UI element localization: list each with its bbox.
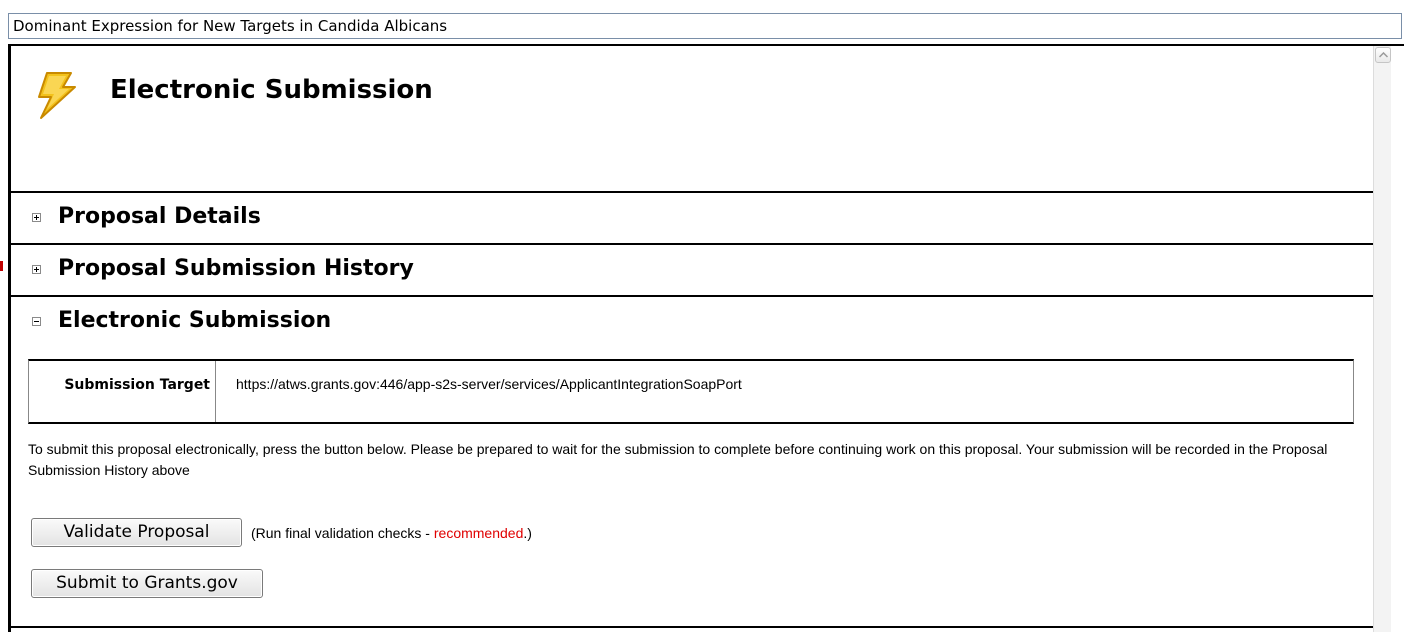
red-marker: [0, 261, 3, 271]
minus-collapse-icon[interactable]: [32, 316, 41, 326]
section-electronic-submission: Electronic Submission Submission Target …: [11, 297, 1373, 626]
submission-target-table: Submission Target https://atws.grants.go…: [28, 359, 1354, 424]
scroll-up-button[interactable]: [1375, 47, 1391, 63]
submission-target-url: https://atws.grants.gov:446/app-s2s-serv…: [236, 376, 742, 392]
section-title: Proposal Details: [58, 204, 261, 229]
section-title: Electronic Submission: [58, 308, 332, 333]
validate-note-prefix: (Run final validation checks -: [251, 525, 434, 541]
submission-instructions: To submit this proposal electronically, …: [28, 441, 1328, 478]
content-frame: Electronic Submission Proposal Details P…: [8, 44, 1404, 632]
section-proposal-details: Proposal Details: [11, 193, 1373, 245]
chevron-up-icon: [1379, 52, 1388, 58]
page-header: Electronic Submission: [11, 46, 1373, 193]
section-header-proposal-submission-history[interactable]: Proposal Submission History: [11, 245, 414, 293]
submit-to-grants-gov-button[interactable]: Submit to Grants.gov: [31, 569, 263, 598]
validate-proposal-button[interactable]: Validate Proposal: [31, 518, 242, 547]
window-title: Dominant Expression for New Targets in C…: [8, 13, 1402, 39]
lightning-bolt-icon: [38, 72, 76, 119]
right-margin: [1391, 46, 1404, 632]
page-title: Electronic Submission: [110, 75, 433, 105]
vertical-scrollbar[interactable]: [1373, 46, 1391, 632]
submission-target-label: Submission Target: [29, 361, 216, 422]
recommended-text: recommended: [433, 525, 524, 541]
section-header-proposal-details[interactable]: Proposal Details: [11, 193, 261, 241]
plus-expand-icon[interactable]: [32, 212, 41, 222]
section-title: Proposal Submission History: [58, 256, 414, 281]
plus-expand-icon[interactable]: [32, 264, 41, 274]
section-header-electronic-submission[interactable]: Electronic Submission: [11, 297, 331, 345]
validate-note-suffix: .): [523, 525, 532, 541]
validate-note: (Run final validation checks - recommend…: [251, 524, 532, 542]
section-proposal-submission-history: Proposal Submission History: [11, 245, 1373, 297]
bottom-divider: [11, 626, 1373, 628]
